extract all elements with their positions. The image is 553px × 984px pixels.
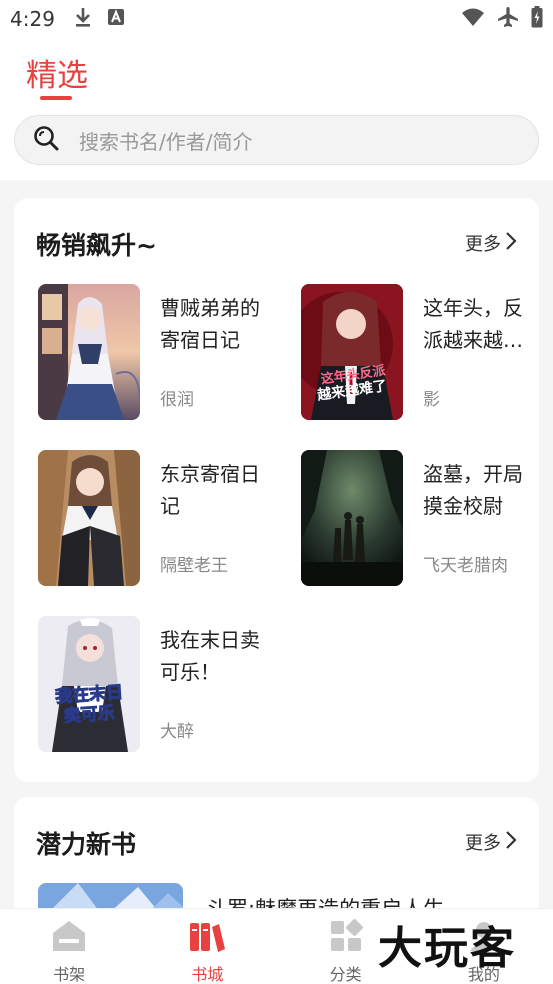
airplane-icon	[497, 6, 519, 32]
nav-bookshelf[interactable]: 书架	[0, 909, 138, 984]
tab-active-indicator	[40, 96, 72, 100]
book-cover: 这年头反派 越来越难了	[301, 284, 403, 420]
book-title: 东京寄宿日记	[160, 462, 260, 518]
book-item[interactable]: 曹贼弟弟的寄宿日记 很润	[38, 284, 278, 420]
book-item[interactable]: 我在末日 卖可乐 我在末日卖可乐！ 大醉	[38, 616, 278, 752]
battery-icon	[531, 6, 543, 32]
book-author: 飞天老腊肉	[423, 556, 508, 576]
nav-label: 书架	[53, 965, 86, 984]
tab-featured[interactable]: 精选	[26, 50, 88, 95]
nav-label: 书城	[191, 965, 224, 984]
section-bestsellers: 畅销飙升~ 更多 曹贼弟弟的寄宿日记 很润 这年头反派 越来越难了 这年头，反派…	[14, 198, 539, 782]
search-icon	[33, 125, 59, 155]
watermark: 大玩客	[378, 923, 516, 974]
status-bar: 4:29	[0, 0, 553, 38]
chevron-right-icon	[505, 830, 517, 855]
a-notification-icon	[107, 8, 125, 30]
search-input[interactable]: 搜索书名/作者/简介	[14, 115, 539, 165]
book-title: 这年头，反派越来越难了	[423, 296, 523, 352]
book-cover	[301, 450, 403, 586]
more-button[interactable]: 更多	[465, 230, 517, 256]
book-author: 影	[423, 390, 440, 410]
book-cover: 我在末日 卖可乐	[38, 616, 140, 752]
wifi-icon	[461, 7, 485, 31]
book-author: 大醉	[160, 722, 194, 742]
book-cover	[38, 450, 140, 586]
nav-bookstore[interactable]: 书城	[138, 909, 276, 984]
section-title: 潜力新书	[36, 830, 137, 859]
header: 精选 搜索书名/作者/简介	[0, 38, 553, 180]
nav-label: 分类	[329, 965, 362, 984]
search-placeholder: 搜索书名/作者/简介	[79, 129, 253, 154]
more-label: 更多	[465, 833, 501, 854]
book-author: 很润	[160, 390, 194, 410]
status-time: 4:29	[10, 7, 55, 31]
bookshelf-icon	[51, 919, 87, 957]
book-title: 曹贼弟弟的寄宿日记	[160, 296, 260, 352]
book-cover	[38, 284, 140, 420]
book-author: 隔壁老王	[160, 556, 228, 576]
more-button[interactable]: 更多	[465, 829, 517, 855]
book-item[interactable]: 这年头反派 越来越难了 这年头，反派越来越难了 影	[301, 284, 541, 420]
book-title: 盗墓，开局摸金校尉	[423, 462, 523, 518]
section-title: 畅销飙升~	[36, 231, 157, 260]
category-icon	[329, 919, 363, 957]
chevron-right-icon	[505, 231, 517, 256]
bookstore-icon	[188, 919, 226, 957]
more-label: 更多	[465, 234, 501, 255]
book-item[interactable]: 东京寄宿日记 隔壁老王	[38, 450, 278, 586]
download-icon	[73, 6, 93, 32]
book-item[interactable]: 盗墓，开局摸金校尉 飞天老腊肉	[301, 450, 541, 586]
book-title: 我在末日卖可乐！	[160, 628, 260, 684]
